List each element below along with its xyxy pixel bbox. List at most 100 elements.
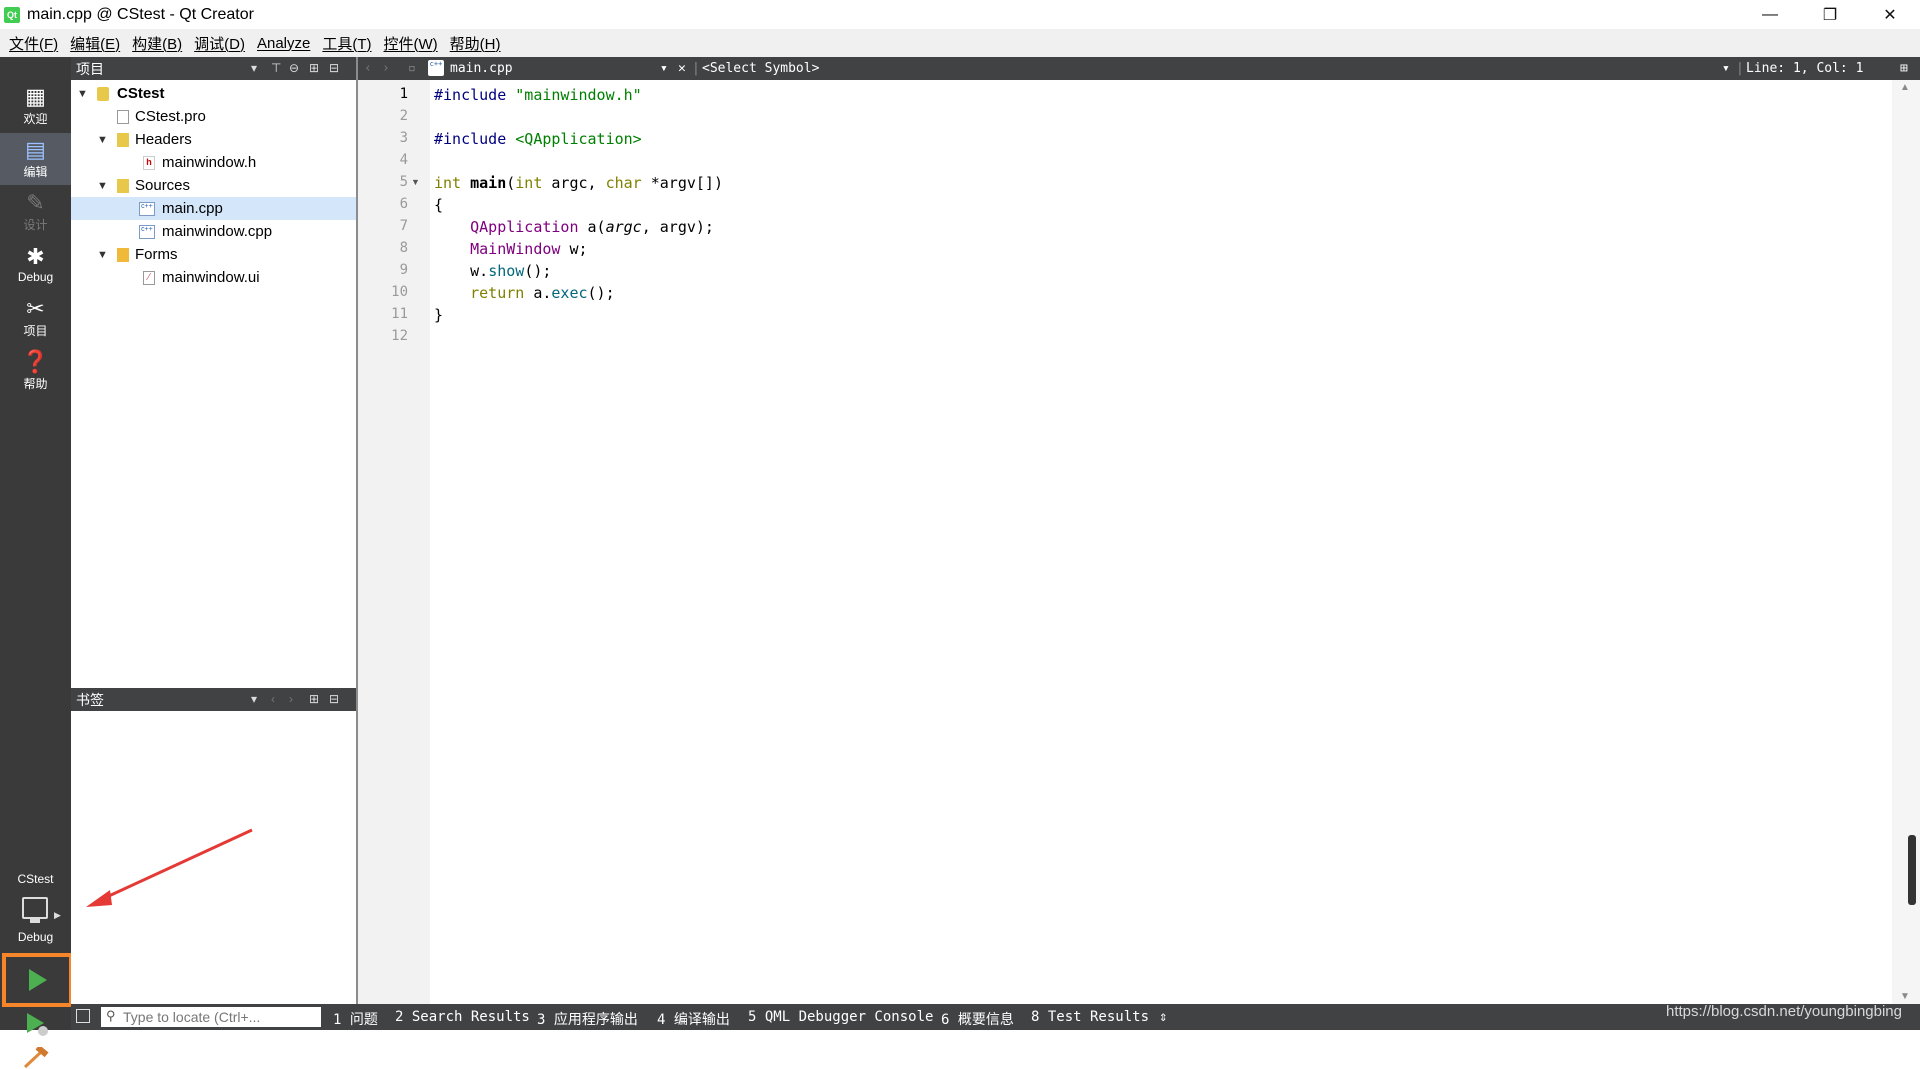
scroll-up-icon[interactable]: ▲ — [1900, 82, 1910, 93]
pane-issues[interactable]: 1 问题 — [333, 1009, 378, 1029]
link-icon[interactable]: ⊖ — [289, 61, 299, 75]
menu-file[interactable]: 文件(F) — [3, 33, 64, 54]
expand-arrow-icon[interactable]: ▼ — [97, 180, 108, 192]
line-number: 9 — [399, 262, 408, 278]
cursor-position[interactable]: Line: 1, Col: 1 — [1746, 61, 1863, 76]
bookmarks-panel-header: 书签 ▾ ‹ › ⊞ ⊟ — [71, 688, 357, 711]
code-line: } — [434, 306, 444, 324]
tree-item-mainwindow-cpp[interactable]: c++ mainwindow.cpp — [71, 220, 357, 243]
monitor-icon[interactable] — [22, 897, 48, 919]
filter-icon[interactable]: ⊤ — [271, 61, 281, 75]
menu-help[interactable]: 帮助(H) — [444, 33, 507, 54]
prev-icon[interactable]: ‹ — [271, 692, 275, 706]
lock-icon: ▫ — [408, 61, 416, 76]
code-line: w.show(); — [434, 262, 552, 280]
pane-qml-debugger-console[interactable]: 5 QML Debugger Console — [748, 1009, 933, 1025]
dropdown-icon[interactable]: ▾ — [251, 61, 257, 75]
toggle-sidebar-icon[interactable] — [76, 1009, 90, 1023]
monitor-stand — [30, 919, 40, 923]
code-line: int main(int argc, char *argv[]) — [434, 174, 723, 192]
kit-project-name: CStest — [17, 872, 54, 886]
locator-input[interactable]: ⚲ Type to locate (Ctrl+... — [101, 1007, 321, 1027]
tree-item-project[interactable]: ▼ CStest — [71, 82, 357, 105]
folder-icon — [117, 247, 129, 262]
tree-item-label: Sources — [135, 177, 191, 194]
menu-analyze[interactable]: Analyze — [251, 35, 316, 52]
project-icon — [97, 86, 109, 101]
mode-projects[interactable]: ✂ 项目 — [0, 292, 71, 344]
menu-edit[interactable]: 编辑(E) — [64, 33, 126, 54]
project-panel-title[interactable]: 项目 — [76, 59, 104, 79]
help-icon: ❓ — [21, 348, 50, 374]
pane-compile-output[interactable]: 4 编译输出 — [657, 1009, 730, 1029]
split-editor-icon[interactable]: ⊞ — [1900, 61, 1908, 76]
menu-tools[interactable]: 工具(T) — [316, 33, 377, 54]
restore-button[interactable]: ❐ — [1800, 0, 1860, 29]
mode-welcome[interactable]: ▦ 欢迎 — [0, 80, 71, 132]
code-editor[interactable]: #include "mainwindow.h" #include <QAppli… — [430, 80, 1892, 1004]
tree-item-sources[interactable]: ▼ Sources — [71, 174, 357, 197]
project-panel-header: 项目 ▾ ⊤ ⊖ ⊞ ⊟ — [71, 57, 357, 80]
menu-widgets[interactable]: 控件(W) — [378, 33, 444, 54]
kit-build-config[interactable]: Debug — [0, 930, 71, 944]
pro-file-icon — [117, 109, 129, 124]
tree-item-main-cpp[interactable]: c++ main.cpp — [71, 197, 357, 220]
close-panel-icon[interactable]: ⊟ — [329, 61, 339, 75]
scroll-down-icon[interactable]: ▼ — [1900, 991, 1910, 1002]
bookmarks-panel-title[interactable]: 书签 — [76, 690, 104, 710]
vertical-scrollbar[interactable]: ▲ ▼ — [1892, 80, 1920, 1004]
tree-item-mainwindow-h[interactable]: h mainwindow.h — [71, 151, 357, 174]
project-tree: ▼ CStest CStest.pro ▼ Headers h mainwind… — [71, 80, 357, 688]
mode-design[interactable]: ✎ 设计 — [0, 186, 71, 238]
run-button[interactable] — [2, 953, 73, 1007]
menu-bar: 文件(F) 编辑(E) 构建(B) 调试(D) Analyze 工具(T) 控件… — [0, 29, 1920, 57]
tree-item-headers[interactable]: ▼ Headers — [71, 128, 357, 151]
split-icon[interactable]: ⊞ — [309, 61, 319, 75]
open-file-name[interactable]: main.cpp — [450, 61, 513, 76]
file-dropdown-icon[interactable]: ▾ — [660, 61, 668, 76]
mode-projects-label: 项目 — [23, 323, 48, 338]
minimize-button[interactable]: — — [1740, 0, 1800, 29]
debug-run-button[interactable] — [24, 1011, 50, 1037]
pane-switcher-icon[interactable]: ⇕ — [1159, 1009, 1167, 1025]
pane-application-output[interactable]: 3 应用程序输出 — [537, 1009, 638, 1029]
expand-arrow-icon[interactable]: ▼ — [97, 134, 108, 146]
expand-arrow-icon[interactable]: ▼ — [97, 249, 108, 261]
qt-logo-icon: Qt — [4, 6, 20, 23]
tree-item-mainwindow-ui[interactable]: ∕ mainwindow.ui — [71, 266, 357, 289]
line-number: 2 — [399, 108, 408, 124]
pane-search-results[interactable]: 2 Search Results — [395, 1009, 530, 1025]
close-file-icon[interactable]: ✕ — [678, 61, 686, 76]
bookmarks-list[interactable] — [71, 711, 357, 1004]
window-title: main.cpp @ CStest - Qt Creator — [27, 5, 254, 23]
tree-item-label: main.cpp — [162, 200, 223, 217]
tree-item-forms[interactable]: ▼ Forms — [71, 243, 357, 266]
next-icon[interactable]: › — [289, 692, 293, 706]
line-number-gutter: 1 2 3 4 5 ▼ 6 7 8 9 10 11 12 — [358, 80, 430, 1004]
menu-build[interactable]: 构建(B) — [126, 33, 188, 54]
back-icon[interactable]: ‹ — [364, 61, 372, 76]
tree-item-pro[interactable]: CStest.pro — [71, 105, 357, 128]
wrench-icon: ✂ — [26, 295, 45, 321]
mode-help[interactable]: ❓ 帮助 — [0, 345, 71, 397]
symbol-selector[interactable]: <Select Symbol> — [702, 61, 819, 76]
close-panel-icon[interactable]: ⊟ — [329, 692, 339, 706]
symbol-dropdown-icon[interactable]: ▾ — [1722, 61, 1730, 76]
menu-debug[interactable]: 调试(D) — [188, 33, 251, 54]
forward-icon[interactable]: › — [382, 61, 390, 76]
ui-file-icon: ∕ — [143, 270, 155, 285]
expand-arrow-icon[interactable]: ▼ — [77, 88, 88, 100]
fold-marker-icon[interactable]: ▼ — [411, 177, 420, 187]
mode-debug[interactable]: ✱ Debug — [0, 239, 71, 291]
folder-icon — [117, 132, 129, 147]
mode-edit[interactable]: ▤ 编辑 — [0, 133, 71, 185]
toolbar-separator: | — [692, 61, 700, 76]
dropdown-icon[interactable]: ▾ — [251, 692, 257, 706]
cpp-file-icon: c++ — [139, 224, 155, 239]
close-button[interactable]: ✕ — [1860, 0, 1920, 29]
code-line: #include <QApplication> — [434, 130, 642, 148]
pane-general-messages[interactable]: 6 概要信息 — [941, 1009, 1014, 1029]
build-button[interactable] — [22, 1047, 50, 1069]
pane-test-results[interactable]: 8 Test Results — [1031, 1009, 1149, 1025]
split-icon[interactable]: ⊞ — [309, 692, 319, 706]
